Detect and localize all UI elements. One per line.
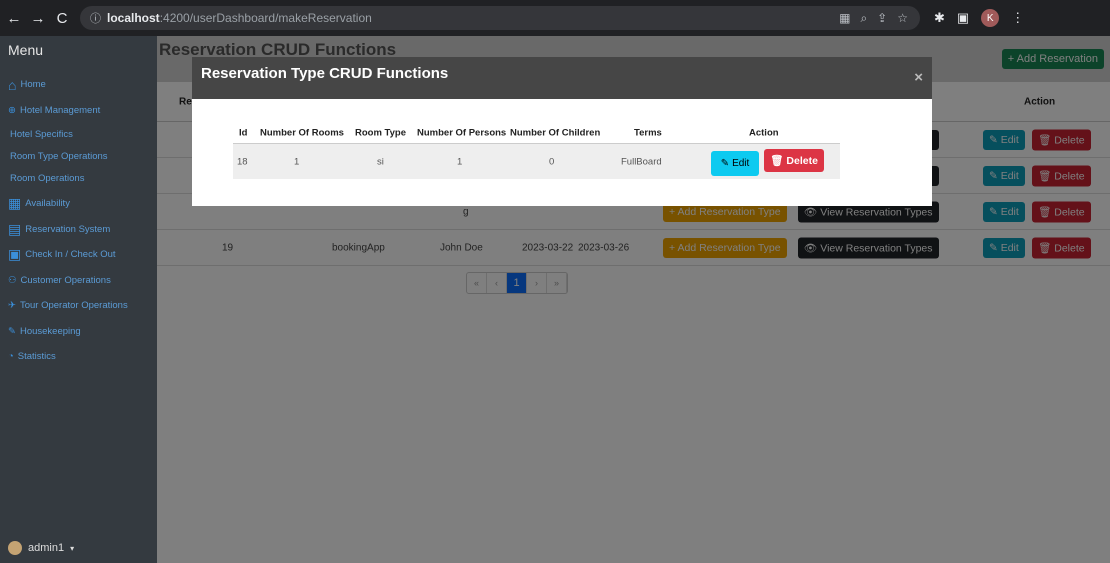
checkin-icon: ▣	[8, 246, 22, 263]
sidebar-item-label: Check In / Check Out	[25, 249, 116, 261]
column-header-terms: Terms	[634, 127, 662, 138]
sidebar-item-hotel-management[interactable]: ⊕ Hotel Management	[0, 98, 157, 124]
column-header-rooms: Number Of Rooms	[260, 127, 344, 138]
sidebar-item-label: Reservation System	[25, 223, 111, 235]
hotel-icon: ⊕	[8, 104, 16, 116]
modal-title: Reservation Type CRUD Functions	[201, 65, 449, 82]
share-icon[interactable]: ⇪	[877, 11, 887, 26]
cell-rooms: 1	[294, 156, 300, 167]
sidebar: Menu ⌂ Home ⊕ Hotel Management Hotel Spe…	[0, 36, 157, 563]
forward-icon[interactable]: →	[28, 10, 48, 27]
pencil-icon: ✎	[720, 158, 730, 169]
sidebar-item-home[interactable]: ⌂ Home	[0, 72, 157, 98]
sidebar-item-label: Statistics	[17, 351, 56, 363]
address-bar[interactable]: ⓘ localhost:4200/userDashboard/makeReser…	[80, 6, 920, 30]
sidebar-item-room-type-operations[interactable]: Room Type Operations	[0, 145, 157, 167]
reservation-type-modal: Reservation Type CRUD Functions × Id Num…	[192, 57, 932, 206]
sidebar-item-label: Availability	[25, 198, 70, 210]
sidebar-item-housekeeping[interactable]: ✎ Housekeeping	[0, 319, 157, 345]
column-header-room-type: Room Type	[355, 127, 407, 138]
cell-id: 18	[237, 156, 248, 167]
reload-icon[interactable]: C	[52, 10, 72, 27]
reservation-type-table: Id Number Of Rooms Room Type Number Of P…	[233, 122, 840, 179]
delete-label: Delete	[786, 154, 818, 167]
sidebar-item-check-in-out[interactable]: ▣ Check In / Check Out	[0, 242, 157, 268]
zoom-icon[interactable]: ⌕	[860, 11, 867, 26]
column-header-persons: Number Of Persons	[417, 127, 507, 138]
bookmark-star-icon[interactable]: ☆	[897, 11, 908, 26]
cell-persons: 1	[457, 156, 463, 167]
broom-icon: ✎	[8, 325, 16, 337]
url-host: localhost	[107, 11, 160, 25]
sidebar-item-customer-operations[interactable]: ⚇ Customer Operations	[0, 268, 157, 294]
column-header-id: Id	[239, 127, 248, 138]
translate-icon[interactable]: ▦	[839, 11, 850, 26]
extensions-icon[interactable]: ✱	[934, 10, 945, 26]
browser-toolbar: ← → C ⓘ localhost:4200/userDashboard/mak…	[0, 0, 1110, 36]
sidebar-item-label: Hotel Management	[19, 104, 101, 116]
modal-header: Reservation Type CRUD Functions ×	[192, 57, 932, 99]
url-path: :4200/userDashboard/makeReservation	[159, 11, 372, 25]
column-header-action: Action	[749, 127, 779, 138]
avatar	[8, 541, 22, 555]
profile-avatar[interactable]: K	[981, 9, 1000, 27]
table-row: 18 1 si 1 0 FullBoard ✎ Edit 🗑 Delete	[233, 144, 840, 179]
cell-room-type: si	[377, 156, 384, 167]
more-menu-icon[interactable]: ⋮	[1011, 10, 1024, 26]
close-icon[interactable]: ×	[914, 69, 923, 86]
sidebar-item-hotel-specifics[interactable]: Hotel Specifics	[0, 123, 157, 145]
sidebar-item-reservation-system[interactable]: ▤ Reservation System	[0, 217, 157, 243]
trash-icon: 🗑	[770, 155, 784, 167]
chart-icon: ◔	[8, 351, 14, 363]
menu-title: Menu	[8, 42, 44, 58]
plane-icon: ✈	[8, 300, 16, 312]
sidebar-item-tour-operator-operations[interactable]: ✈ Tour Operator Operations	[0, 293, 157, 319]
table-header: Id Number Of Rooms Room Type Number Of P…	[233, 122, 840, 144]
sidebar-item-availability[interactable]: ▦ Availability	[0, 191, 157, 217]
cell-terms: FullBoard	[621, 156, 662, 167]
chevron-down-icon: ▾	[70, 543, 75, 553]
cell-children: 0	[549, 156, 555, 167]
back-icon[interactable]: ←	[4, 10, 24, 27]
edit-button[interactable]: ✎ Edit	[711, 151, 759, 176]
column-header-children: Number Of Children	[510, 127, 601, 138]
sidebar-item-label: Housekeeping	[19, 325, 81, 337]
delete-button[interactable]: 🗑 Delete	[764, 149, 824, 172]
info-icon[interactable]: ⓘ	[90, 10, 101, 26]
edit-label: Edit	[732, 158, 750, 169]
sidebar-item-room-operations[interactable]: Room Operations	[0, 167, 157, 189]
user-menu[interactable]: admin1 ▾	[8, 541, 74, 555]
username: admin1	[28, 542, 65, 554]
sidebar-item-statistics[interactable]: ◔ Statistics	[0, 344, 157, 370]
sidebar-item-label: Tour Operator Operations	[19, 300, 128, 312]
side-panel-icon[interactable]: ▣	[957, 10, 969, 26]
reservation-icon: ▤	[8, 220, 22, 237]
home-icon: ⌂	[8, 76, 17, 93]
users-icon: ⚇	[8, 274, 17, 286]
sidebar-item-label: Customer Operations	[20, 274, 111, 286]
calendar-icon: ▦	[8, 195, 22, 212]
sidebar-item-label: Home	[20, 79, 46, 91]
